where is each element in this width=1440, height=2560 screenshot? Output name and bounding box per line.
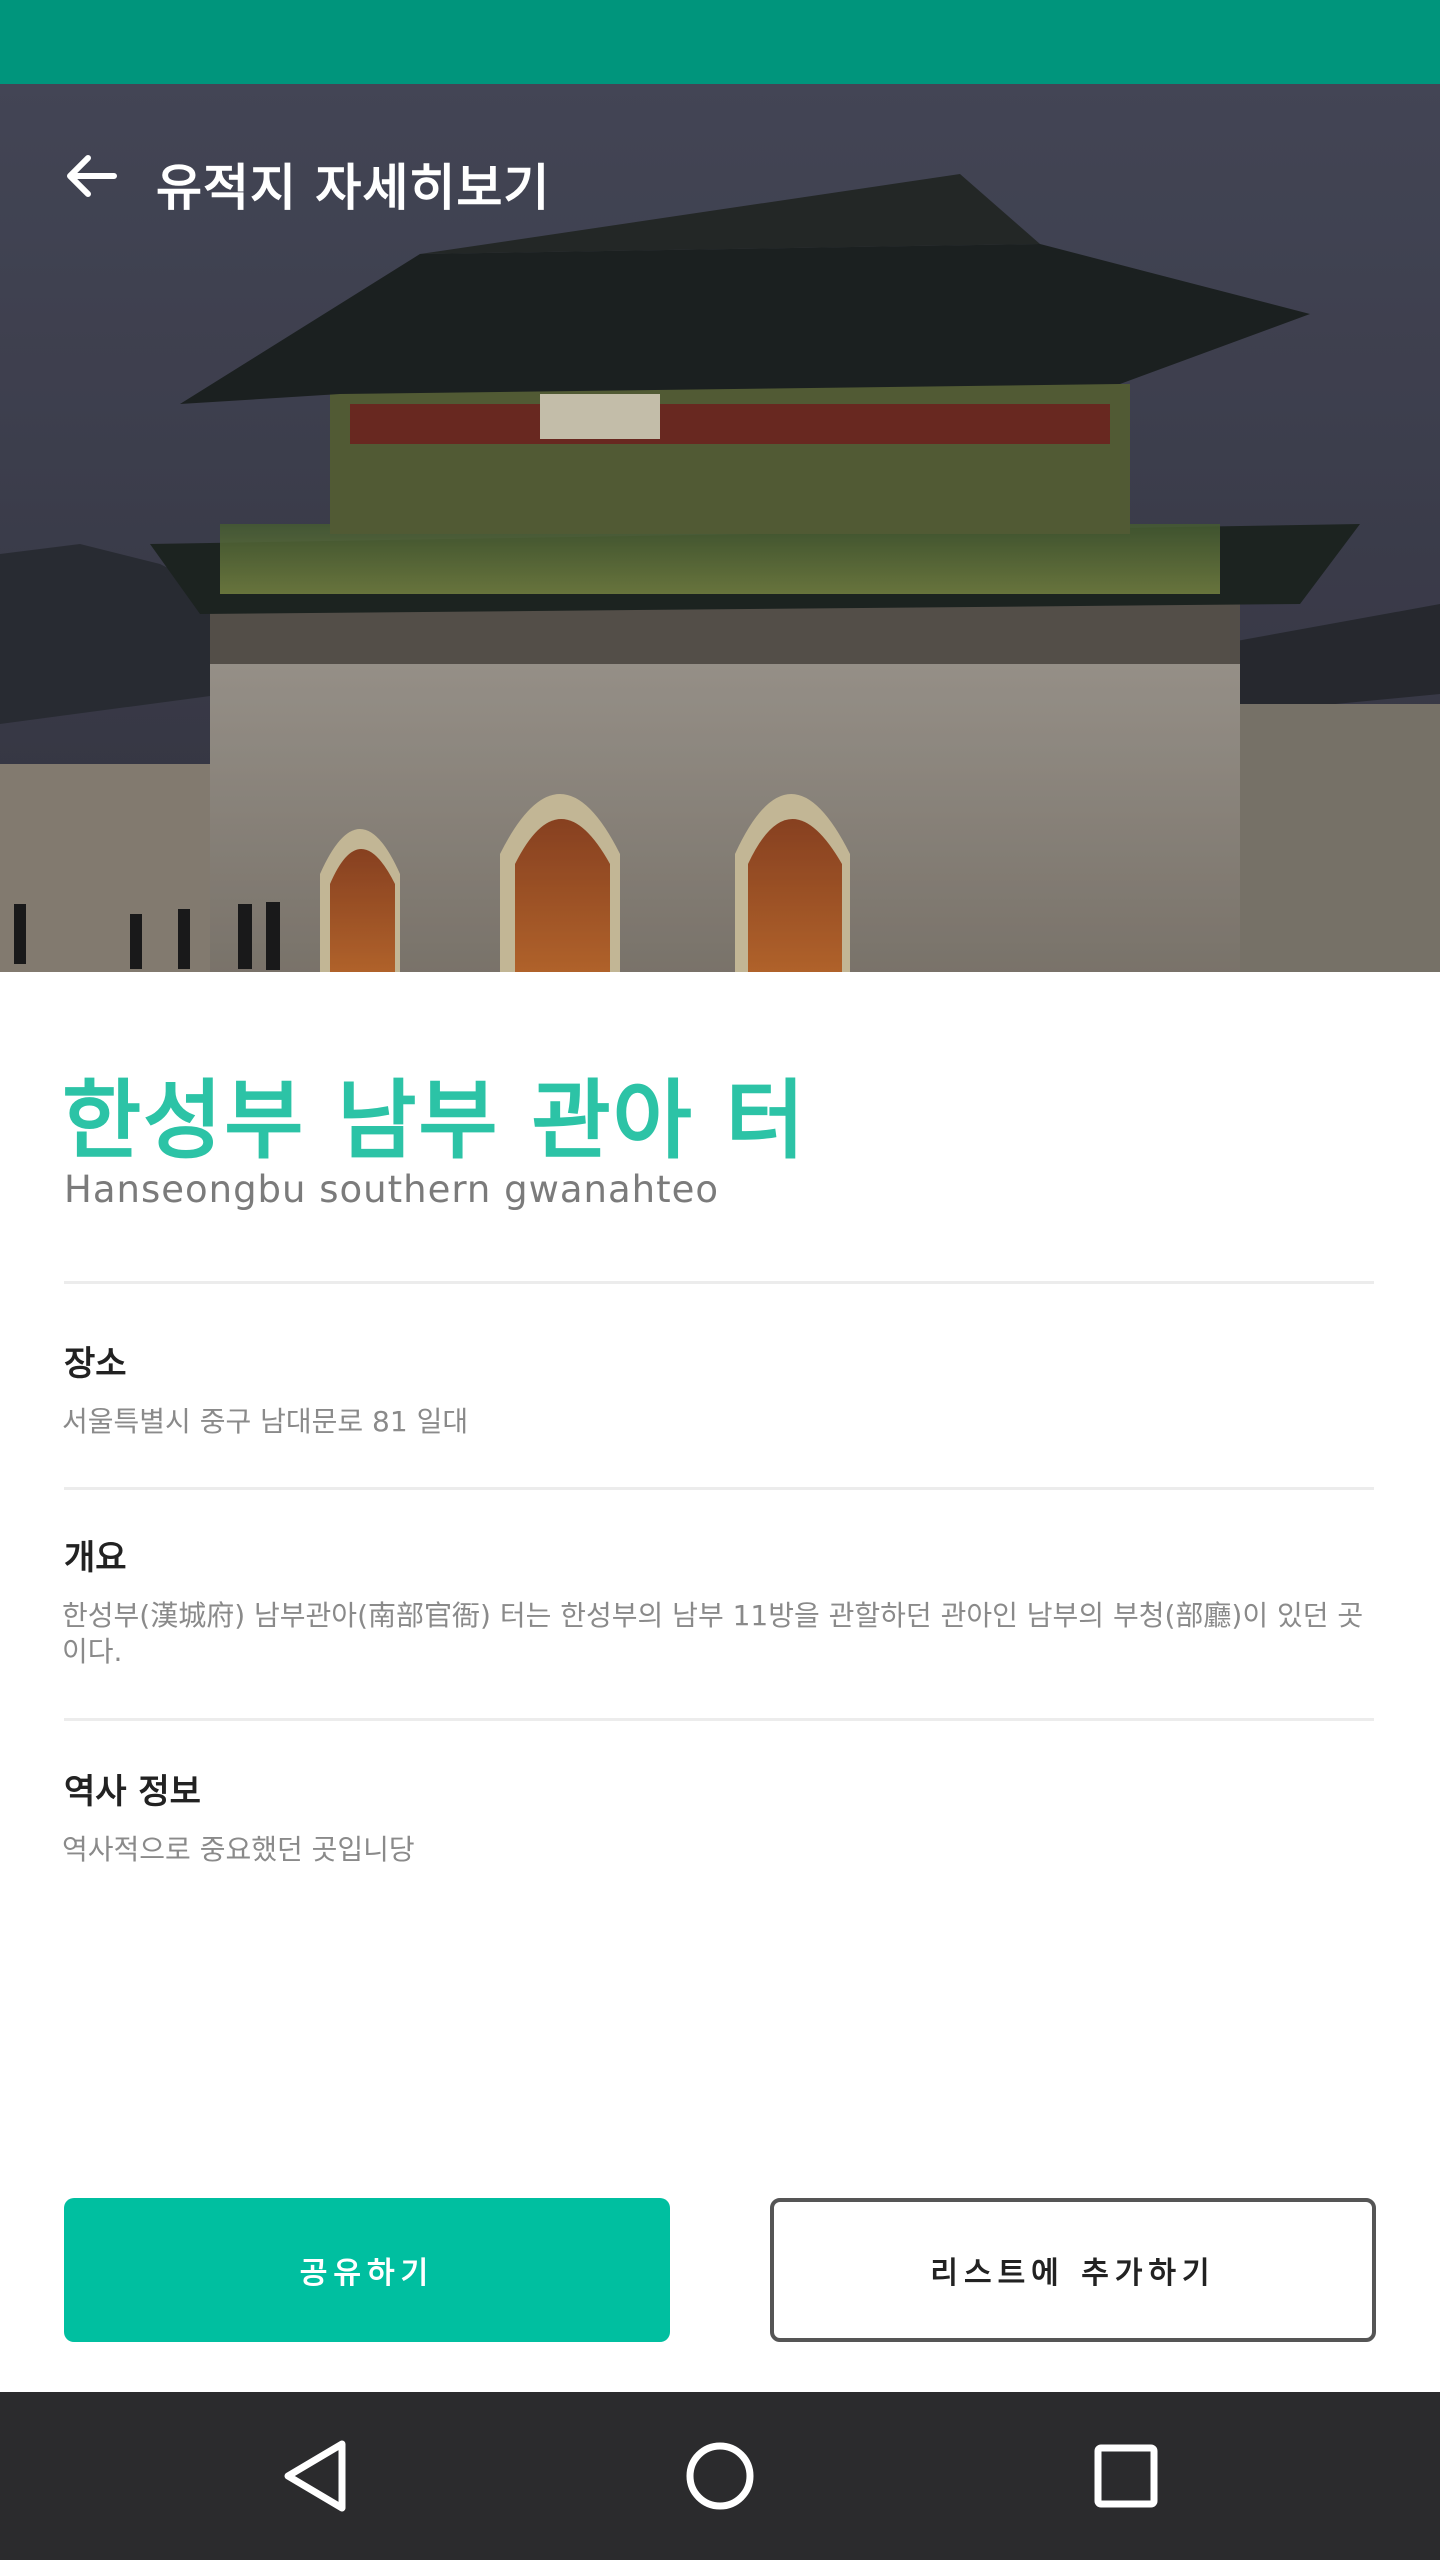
divider (64, 1487, 1374, 1490)
nav-home-button[interactable] (670, 2426, 770, 2526)
divider (64, 1281, 1374, 1284)
section-text-history: 역사적으로 중요했던 곳입니당 (62, 1833, 415, 1866)
section-text-overview: 한성부(漢城府) 남부관아(南部官衙) 터는 한성부의 남부 11방을 관할하던… (62, 1599, 1364, 1668)
site-title: 한성부 남부 관아 터 (62, 1071, 807, 1171)
back-button[interactable] (58, 144, 122, 208)
navigation-bar (0, 2392, 1440, 2560)
site-subtitle: Hanseongbu southern gwanahteo (64, 1168, 720, 1211)
nav-recents-button[interactable] (1076, 2426, 1176, 2526)
status-bar (0, 0, 1440, 84)
circle-home-icon (686, 2442, 754, 2510)
nav-back-button[interactable] (266, 2426, 366, 2526)
divider (64, 1718, 1374, 1721)
add-to-list-button[interactable]: 리스트에 추가하기 (770, 2198, 1376, 2342)
section-label-overview: 개요 (64, 1538, 127, 1578)
arrow-left-icon (67, 155, 117, 197)
section-label-history: 역사 정보 (64, 1772, 201, 1812)
section-text-location: 서울특별시 중구 남대문로 81 일대 (62, 1405, 469, 1438)
share-button[interactable]: 공유하기 (64, 2198, 670, 2342)
square-recents-icon (1094, 2444, 1158, 2508)
section-label-location: 장소 (64, 1344, 127, 1384)
toolbar-title: 유적지 자세히보기 (156, 159, 551, 217)
triangle-back-icon (284, 2440, 346, 2512)
